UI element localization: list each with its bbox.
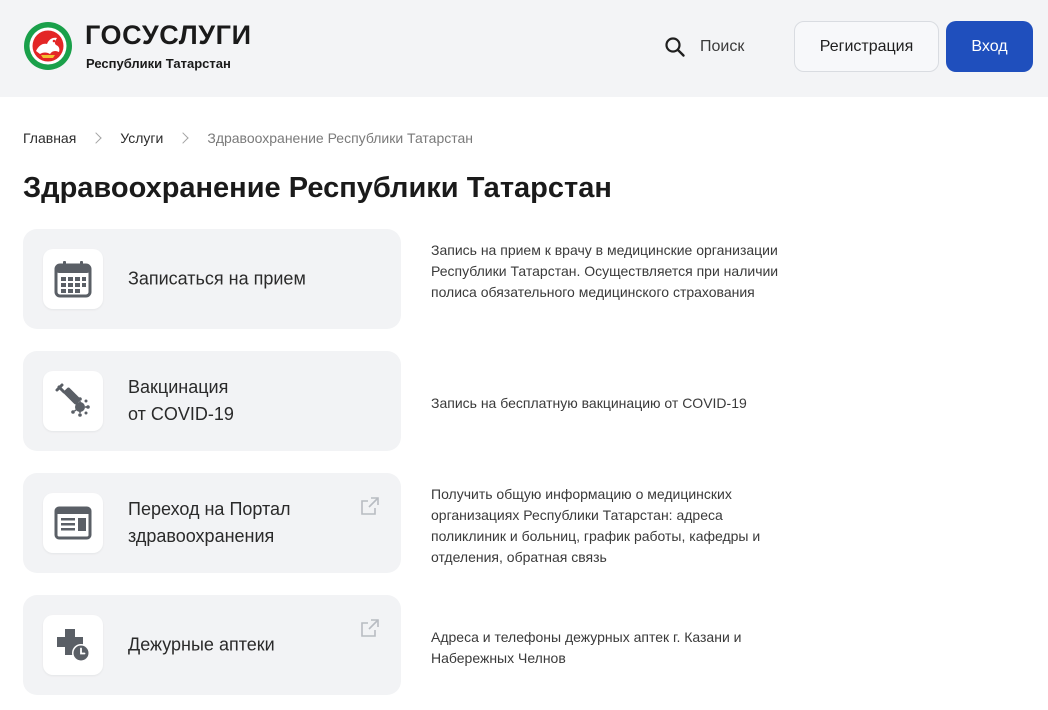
service-label: Дежурные аптеки	[128, 634, 275, 655]
service-icon-box	[43, 249, 103, 309]
service-pharmacies[interactable]: Дежурные аптеки	[23, 595, 401, 695]
brand-subtitle: Республики Татарстан	[86, 56, 231, 71]
service-icon-box	[43, 615, 103, 675]
register-button[interactable]: Регистрация	[794, 21, 939, 72]
search-button[interactable]: Поиск	[664, 34, 744, 60]
site-header: ГОСУСЛУГИ Республики Татарстан Поиск Рег…	[0, 0, 1048, 97]
pharmacy-cross-clock-icon	[57, 629, 90, 662]
external-link-icon	[361, 497, 379, 515]
breadcrumb-home[interactable]: Главная	[23, 130, 76, 146]
service-description: Запись на прием к врачу в медицинские ор…	[431, 242, 779, 300]
breadcrumb-services[interactable]: Услуги	[120, 130, 163, 146]
tatarstan-emblem-logo[interactable]	[23, 21, 73, 71]
service-label: Записаться на прием	[128, 268, 306, 289]
service-vaccination[interactable]: Вакцинация от COVID-19	[23, 351, 401, 451]
service-appointment[interactable]: Записаться на прием	[23, 229, 401, 329]
service-health-portal[interactable]: Переход на Портал здравоохранения	[23, 473, 401, 573]
service-description: Адреса и телефоны дежурных аптек г. Каза…	[431, 629, 742, 666]
vaccine-syringe-icon	[55, 383, 90, 417]
chevron-right-icon	[90, 132, 102, 144]
login-button[interactable]: Вход	[946, 21, 1033, 72]
breadcrumb: Главная Услуги Здравоохранение Республик…	[23, 130, 473, 146]
search-label: Поиск	[700, 38, 745, 55]
service-label: Переход на Портал здравоохранения	[128, 499, 291, 546]
service-label: Вакцинация от COVID-19	[128, 377, 234, 424]
breadcrumb-current: Здравоохранение Республики Татарстан	[207, 130, 474, 146]
service-description: Запись на бесплатную вакцинацию от COVID…	[431, 395, 747, 411]
external-link-icon	[361, 619, 379, 637]
page-title: Здравоохранение Республики Татарстан	[23, 172, 612, 204]
service-icon-box	[43, 493, 103, 553]
service-icon-box	[43, 371, 103, 431]
search-icon	[665, 37, 685, 57]
brand-title: ГОСУСЛУГИ	[85, 20, 252, 50]
chevron-right-icon	[177, 132, 190, 144]
calendar-icon	[54, 261, 92, 298]
service-description: Получить общую информацию о медицинских …	[431, 486, 761, 565]
portal-document-icon	[54, 506, 92, 540]
